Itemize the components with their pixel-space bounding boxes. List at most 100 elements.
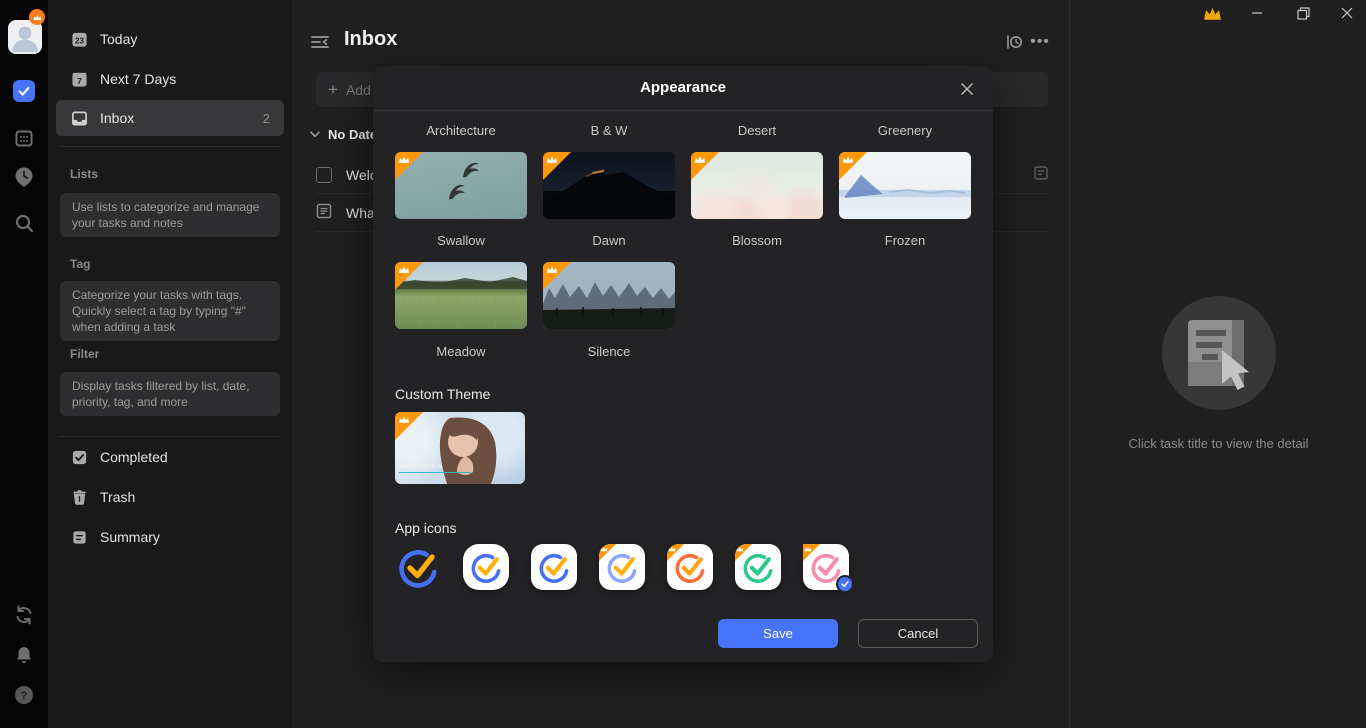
theme-label[interactable]: Frozen [839, 233, 971, 248]
notification-bell-icon[interactable] [13, 644, 35, 666]
theme-thumb-silence[interactable] [543, 262, 675, 329]
premium-crown-badge [395, 412, 423, 440]
empty-state-illustration [1162, 296, 1276, 415]
inbox-count: 2 [263, 111, 270, 126]
note-item-icon [316, 203, 332, 222]
custom-theme-thumb[interactable]: NATSUKI RIN [395, 412, 525, 484]
premium-crown-badge [543, 262, 571, 290]
sidebar-item-label: Trash [100, 489, 135, 505]
inbox-icon [70, 109, 88, 127]
group-label: No Date [328, 127, 377, 142]
app-icon-option-4[interactable] [599, 544, 645, 590]
save-button[interactable]: Save [718, 619, 838, 648]
premium-crown-badge [691, 152, 719, 180]
theme-label[interactable]: Dawn [543, 233, 675, 248]
plus-icon: + [328, 80, 338, 100]
app-icon-option-1[interactable] [395, 544, 441, 590]
sidebar-item-label: Completed [100, 449, 168, 465]
tag-tip[interactable]: Categorize your tasks with tags. Quickly… [60, 281, 280, 341]
theme-thumb-swallow[interactable] [395, 152, 527, 219]
sidebar-item-label: Next 7 Days [100, 71, 176, 87]
app-icon-option-7-selected[interactable] [803, 544, 849, 590]
section-title-filter: Filter [70, 347, 99, 361]
theme-label-row: Swallow Dawn Blossom Frozen [395, 233, 971, 248]
completed-checkbox-icon [70, 448, 88, 466]
sidebar-item-today[interactable]: 23 Today [56, 22, 284, 56]
theme-thumb-dawn[interactable] [543, 152, 675, 219]
sort-icon[interactable] [1004, 33, 1024, 51]
rail-tasks-icon[interactable] [13, 80, 35, 102]
premium-crown-badge [735, 544, 752, 561]
svg-text:23: 23 [75, 36, 84, 45]
custom-theme-caption: NATSUKI RIN [400, 464, 443, 470]
rail-search-icon[interactable] [13, 212, 35, 234]
rail-focus-icon[interactable] [13, 166, 35, 188]
custom-theme-caption-line [399, 472, 471, 473]
app-icon-option-3[interactable] [531, 544, 577, 590]
app-icon-row [395, 544, 849, 590]
group-header-no-date[interactable]: No Date [310, 127, 377, 142]
sidebar-item-next7days[interactable]: 7 Next 7 Days [56, 62, 284, 96]
premium-crown-badge [599, 544, 616, 561]
detail-empty-text: Click task title to view the detail [1070, 436, 1366, 451]
section-title-tag: Tag [70, 257, 90, 271]
premium-crown-badge [395, 152, 423, 180]
sidebar-item-trash[interactable]: Trash [56, 480, 284, 514]
help-icon[interactable]: ? [13, 684, 35, 706]
more-options-icon[interactable]: ••• [1030, 33, 1050, 51]
theme-label[interactable]: Desert [691, 123, 823, 138]
icon-rail: ? [0, 0, 48, 728]
svg-text:?: ? [21, 690, 28, 702]
sidebar-item-summary[interactable]: Summary [56, 520, 284, 554]
sidebar-item-inbox[interactable]: Inbox 2 [56, 100, 284, 136]
sidebar: 23 Today 7 Next 7 Days Inbox 2 Lists Use… [48, 0, 292, 728]
selected-check-badge [836, 575, 854, 593]
theme-label[interactable]: Greenery [839, 123, 971, 138]
theme-label[interactable]: Swallow [395, 233, 527, 248]
theme-label[interactable]: Architecture [395, 123, 527, 138]
theme-label-row: Architecture B & W Desert Greenery [395, 123, 971, 138]
theme-thumb-meadow[interactable] [395, 262, 527, 329]
sync-icon[interactable] [13, 604, 35, 626]
appearance-dialog: Appearance Architecture B & W Desert Gre… [373, 66, 993, 662]
theme-label[interactable]: Meadow [395, 344, 527, 359]
app-icon-option-6[interactable] [735, 544, 781, 590]
theme-thumb-blossom[interactable] [691, 152, 823, 219]
custom-theme-heading: Custom Theme [395, 386, 490, 402]
premium-crown-badge [667, 544, 684, 561]
summary-icon [70, 528, 88, 546]
theme-label[interactable]: Blossom [691, 233, 823, 248]
sidebar-item-completed[interactable]: Completed [56, 440, 284, 474]
filter-tip[interactable]: Display tasks filtered by list, date, pr… [60, 372, 280, 416]
sidebar-item-label: Today [100, 31, 137, 47]
collapse-sidebar-icon[interactable] [310, 33, 330, 51]
rail-calendar-icon[interactable] [13, 127, 35, 149]
sidebar-divider [60, 146, 280, 147]
close-button[interactable] [1336, 4, 1358, 22]
lists-tip[interactable]: Use lists to categorize and manage your … [60, 193, 280, 237]
app-icon-option-2[interactable] [463, 544, 509, 590]
minimize-button[interactable] [1246, 4, 1268, 22]
theme-label[interactable]: Silence [543, 344, 675, 359]
dialog-close-icon[interactable] [957, 79, 977, 99]
note-detail-icon [1034, 166, 1048, 183]
theme-label[interactable]: B & W [543, 123, 675, 138]
next7days-calendar-icon: 7 [70, 70, 88, 88]
svg-text:7: 7 [77, 75, 82, 85]
chevron-down-icon [310, 131, 320, 138]
premium-crown-badge [839, 152, 867, 180]
restore-button[interactable] [1292, 4, 1314, 22]
cancel-button[interactable]: Cancel [858, 619, 978, 648]
sidebar-divider [60, 436, 280, 437]
task-title[interactable]: Wha [346, 205, 375, 221]
theme-thumb-frozen[interactable] [839, 152, 971, 219]
theme-thumbnail-row [395, 262, 675, 329]
titlebar-premium-crown-icon[interactable] [1202, 4, 1222, 22]
dialog-title: Appearance [373, 66, 993, 110]
sidebar-item-label: Inbox [100, 110, 134, 126]
app-window: ? 23 Today 7 Next 7 Days Inbox 2 Lists U… [0, 0, 1366, 728]
app-icon-option-5[interactable] [667, 544, 713, 590]
trash-icon [70, 488, 88, 506]
avatar[interactable] [8, 20, 42, 54]
task-checkbox[interactable] [316, 167, 332, 183]
